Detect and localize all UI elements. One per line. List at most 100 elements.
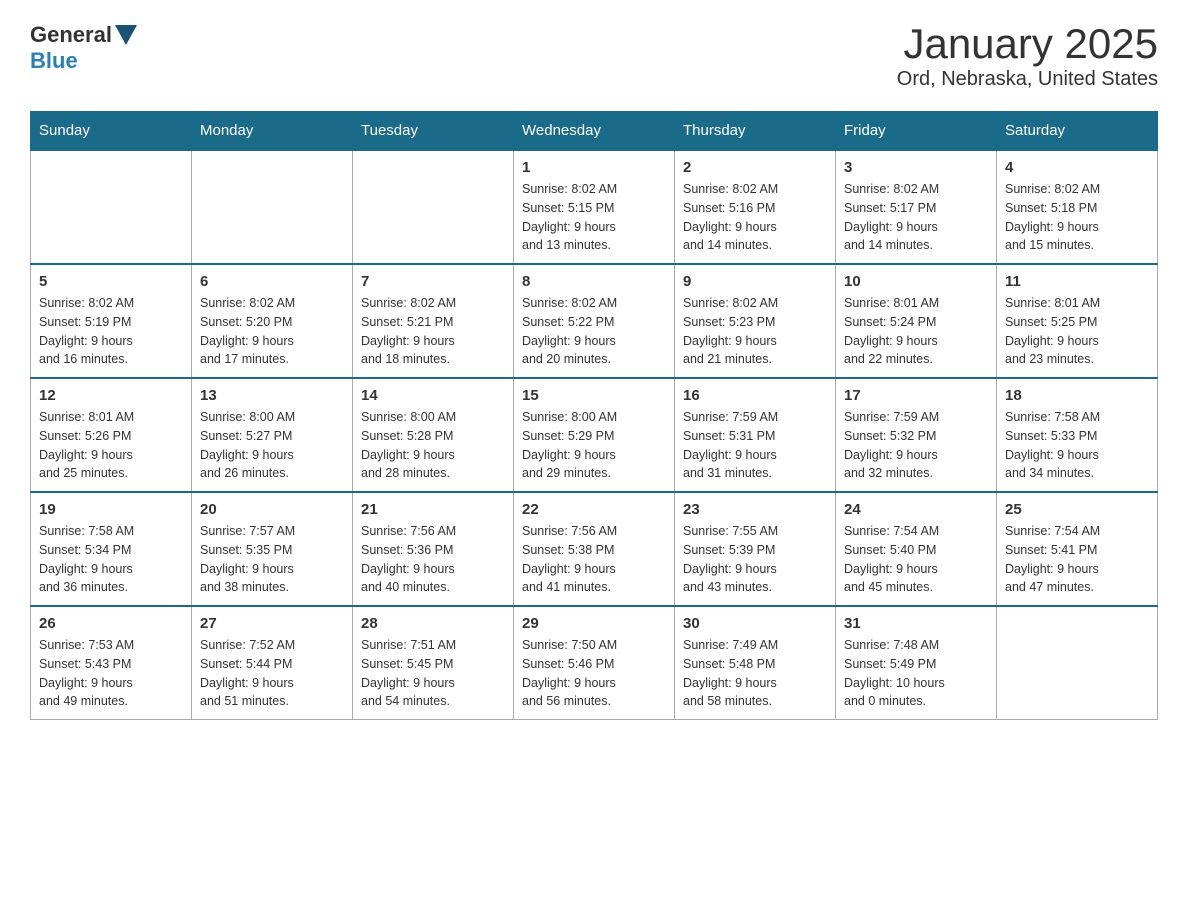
day-cell: 21Sunrise: 7:56 AM Sunset: 5:36 PM Dayli… (353, 492, 514, 606)
day-cell: 25 Sunrise: 7:54 AM Sunset: 5:41 PM Dayli… (997, 492, 1158, 606)
day-number: 31 (844, 615, 988, 632)
day-cell: 11 Sunrise: 8:01 AM Sunset: 5:25 PM Dayli… (997, 264, 1158, 378)
day-number: 27 (200, 615, 344, 632)
page-subtitle: Ord, Nebraska, United States (897, 68, 1158, 91)
day-cell: 14 Sunrise: 8:00 AM Sunset: 5:28 PM Dayli… (353, 378, 514, 492)
day-info: Sunrise: 8:02 AM Sunset: 5:22 PM Dayligh… (522, 294, 666, 369)
day-info: Sunrise: 7:53 AM Sunset: 5:43 PM Dayligh… (39, 636, 183, 711)
day-info: Sunrise: 7:48 AM Sunset: 5:49 PM Dayligh… (844, 636, 988, 711)
day-info: Sunrise: 7:59 AM Sunset: 5:31 PM Dayligh… (683, 408, 827, 483)
day-info: Sunrise: 7:51 AM Sunset: 5:45 PM Dayligh… (361, 636, 505, 711)
header-cell-sunday: Sunday (31, 112, 192, 151)
day-number: 4 (1005, 159, 1149, 176)
day-info: Sunrise: 7:56 AM Sunset: 5:38 PM Dayligh… (522, 522, 666, 597)
day-cell: 22 Sunrise: 7:56 AM Sunset: 5:38 PM Dayli… (514, 492, 675, 606)
header-cell-monday: Monday (192, 112, 353, 151)
day-info: Sunrise: 7:52 AM Sunset: 5:44 PM Dayligh… (200, 636, 344, 711)
day-cell: 19Sunrise: 7:58 AM Sunset: 5:34 PM Dayli… (31, 492, 192, 606)
day-cell: 15Sunrise: 8:00 AM Sunset: 5:29 PM Dayli… (514, 378, 675, 492)
day-number: 17 (844, 387, 988, 404)
day-number: 11 (1005, 273, 1149, 290)
day-number: 10 (844, 273, 988, 290)
day-number: 1 (522, 159, 666, 176)
day-number: 29 (522, 615, 666, 632)
week-row-4: 19Sunrise: 7:58 AM Sunset: 5:34 PM Dayli… (31, 492, 1158, 606)
day-cell: 3Sunrise: 8:02 AM Sunset: 5:17 PM Daylig… (836, 150, 997, 264)
day-number: 20 (200, 501, 344, 518)
day-info: Sunrise: 8:02 AM Sunset: 5:23 PM Dayligh… (683, 294, 827, 369)
day-info: Sunrise: 8:01 AM Sunset: 5:25 PM Dayligh… (1005, 294, 1149, 369)
day-cell: 2Sunrise: 8:02 AM Sunset: 5:16 PM Daylig… (675, 150, 836, 264)
day-cell (353, 150, 514, 264)
calendar-body: 1Sunrise: 8:02 AM Sunset: 5:15 PM Daylig… (31, 150, 1158, 720)
header-cell-friday: Friday (836, 112, 997, 151)
page-header: General Blue January 2025 Ord, Nebraska,… (30, 20, 1158, 91)
logo: General Blue (30, 20, 137, 74)
day-cell (192, 150, 353, 264)
day-cell: 5 Sunrise: 8:02 AM Sunset: 5:19 PM Daylig… (31, 264, 192, 378)
day-info: Sunrise: 7:54 AM Sunset: 5:41 PM Dayligh… (1005, 522, 1149, 597)
day-number: 16 (683, 387, 827, 404)
day-cell: 7Sunrise: 8:02 AM Sunset: 5:21 PM Daylig… (353, 264, 514, 378)
day-number: 28 (361, 615, 505, 632)
day-number: 24 (844, 501, 988, 518)
header-cell-thursday: Thursday (675, 112, 836, 151)
day-number: 8 (522, 273, 666, 290)
day-info: Sunrise: 7:58 AM Sunset: 5:33 PM Dayligh… (1005, 408, 1149, 483)
day-cell: 13 Sunrise: 8:00 AM Sunset: 5:27 PM Dayli… (192, 378, 353, 492)
calendar-header: SundayMondayTuesdayWednesdayThursdayFrid… (31, 112, 1158, 151)
logo-blue-text: Blue (30, 48, 78, 74)
day-cell: 29 Sunrise: 7:50 AM Sunset: 5:46 PM Dayli… (514, 606, 675, 720)
day-info: Sunrise: 7:49 AM Sunset: 5:48 PM Dayligh… (683, 636, 827, 711)
day-info: Sunrise: 8:02 AM Sunset: 5:19 PM Dayligh… (39, 294, 183, 369)
day-info: Sunrise: 8:01 AM Sunset: 5:24 PM Dayligh… (844, 294, 988, 369)
day-number: 9 (683, 273, 827, 290)
day-cell: 18 Sunrise: 7:58 AM Sunset: 5:33 PM Dayli… (997, 378, 1158, 492)
calendar-table: SundayMondayTuesdayWednesdayThursdayFrid… (30, 111, 1158, 720)
day-number: 13 (200, 387, 344, 404)
day-cell: 20 Sunrise: 7:57 AM Sunset: 5:35 PM Dayli… (192, 492, 353, 606)
day-cell: 9 Sunrise: 8:02 AM Sunset: 5:23 PM Daylig… (675, 264, 836, 378)
day-number: 14 (361, 387, 505, 404)
day-number: 6 (200, 273, 344, 290)
header-row: SundayMondayTuesdayWednesdayThursdayFrid… (31, 112, 1158, 151)
day-number: 23 (683, 501, 827, 518)
day-cell: 12Sunrise: 8:01 AM Sunset: 5:26 PM Dayli… (31, 378, 192, 492)
logo-arrow-icon (115, 25, 137, 45)
page-title: January 2025 (897, 20, 1158, 68)
day-info: Sunrise: 7:50 AM Sunset: 5:46 PM Dayligh… (522, 636, 666, 711)
day-cell: 6 Sunrise: 8:02 AM Sunset: 5:20 PM Daylig… (192, 264, 353, 378)
day-cell: 31 Sunrise: 7:48 AM Sunset: 5:49 PM Dayli… (836, 606, 997, 720)
header-cell-tuesday: Tuesday (353, 112, 514, 151)
day-cell: 26Sunrise: 7:53 AM Sunset: 5:43 PM Dayli… (31, 606, 192, 720)
week-row-3: 12Sunrise: 8:01 AM Sunset: 5:26 PM Dayli… (31, 378, 1158, 492)
title-section: January 2025 Ord, Nebraska, United State… (897, 20, 1158, 91)
day-cell: 30Sunrise: 7:49 AM Sunset: 5:48 PM Dayli… (675, 606, 836, 720)
day-cell: 24Sunrise: 7:54 AM Sunset: 5:40 PM Dayli… (836, 492, 997, 606)
day-info: Sunrise: 7:55 AM Sunset: 5:39 PM Dayligh… (683, 522, 827, 597)
header-cell-wednesday: Wednesday (514, 112, 675, 151)
day-info: Sunrise: 8:02 AM Sunset: 5:20 PM Dayligh… (200, 294, 344, 369)
day-info: Sunrise: 7:59 AM Sunset: 5:32 PM Dayligh… (844, 408, 988, 483)
day-cell: 4 Sunrise: 8:02 AM Sunset: 5:18 PM Daylig… (997, 150, 1158, 264)
day-cell (997, 606, 1158, 720)
day-number: 5 (39, 273, 183, 290)
day-number: 21 (361, 501, 505, 518)
day-cell (31, 150, 192, 264)
day-number: 18 (1005, 387, 1149, 404)
day-info: Sunrise: 8:00 AM Sunset: 5:28 PM Dayligh… (361, 408, 505, 483)
day-info: Sunrise: 7:57 AM Sunset: 5:35 PM Dayligh… (200, 522, 344, 597)
logo-general-text: General (30, 22, 112, 48)
day-cell: 27 Sunrise: 7:52 AM Sunset: 5:44 PM Dayli… (192, 606, 353, 720)
week-row-2: 5 Sunrise: 8:02 AM Sunset: 5:19 PM Daylig… (31, 264, 1158, 378)
day-cell: 23 Sunrise: 7:55 AM Sunset: 5:39 PM Dayli… (675, 492, 836, 606)
day-number: 25 (1005, 501, 1149, 518)
day-info: Sunrise: 8:00 AM Sunset: 5:27 PM Dayligh… (200, 408, 344, 483)
day-cell: 1Sunrise: 8:02 AM Sunset: 5:15 PM Daylig… (514, 150, 675, 264)
day-info: Sunrise: 7:58 AM Sunset: 5:34 PM Dayligh… (39, 522, 183, 597)
day-cell: 10 Sunrise: 8:01 AM Sunset: 5:24 PM Dayli… (836, 264, 997, 378)
day-info: Sunrise: 8:02 AM Sunset: 5:18 PM Dayligh… (1005, 180, 1149, 255)
day-number: 22 (522, 501, 666, 518)
day-cell: 17 Sunrise: 7:59 AM Sunset: 5:32 PM Dayli… (836, 378, 997, 492)
day-number: 15 (522, 387, 666, 404)
